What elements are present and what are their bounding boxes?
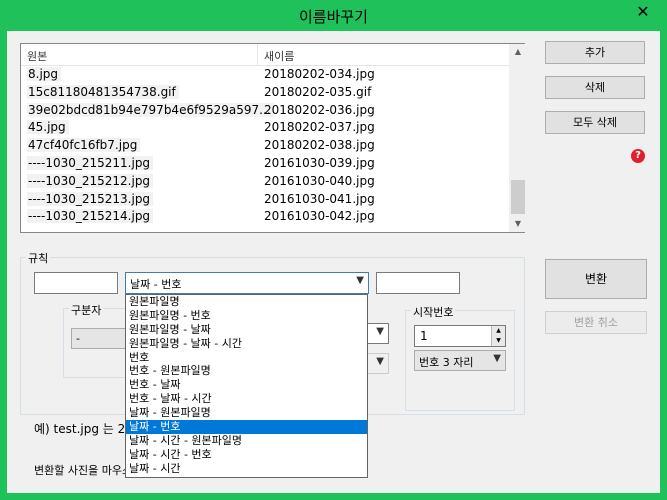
list-item[interactable]: ----1030_215214.jpg 20161030-042.jpg <box>21 208 510 226</box>
list-scrollbar[interactable]: ▲ ▼ <box>509 44 525 232</box>
dropdown-option[interactable]: 날짜 - 시간 - 번호 <box>126 448 367 462</box>
dropdown-option[interactable]: 원본파일명 <box>126 295 367 309</box>
dropdown-option[interactable]: 번호 - 날짜 <box>126 378 367 392</box>
original-filename: 45.jpg <box>27 120 69 135</box>
example-text: 예) test.jpg 는 20 <box>34 422 133 436</box>
dropdown-option[interactable]: 번호 - 날짜 - 시간 <box>126 392 367 406</box>
prefix-input[interactable] <box>34 272 118 294</box>
list-item[interactable]: 45.jpg 20180202-037.jpg <box>21 119 510 137</box>
dropdown-option[interactable]: 원본파일명 - 번호 <box>126 309 367 323</box>
original-filename: ----1030_215214.jpg <box>27 209 154 224</box>
original-filename: 47cf40fc16fb7.jpg <box>27 138 141 153</box>
separator-select-value: - <box>76 332 80 345</box>
pattern-dropdown-list[interactable]: 원본파일명 원본파일명 - 번호 원본파일명 - 날짜 원본파일명 - 날짜 -… <box>125 294 368 478</box>
convert-button[interactable]: 변환 <box>545 259 647 299</box>
digits-select[interactable]: 번호 3 자리 ▼ <box>414 350 506 371</box>
chevron-down-icon: ▼ <box>493 353 501 364</box>
new-filename: 20180202-037.jpg <box>264 120 375 135</box>
column-header-new-name[interactable]: 새이름 <box>264 48 294 64</box>
new-filename: 20180202-038.jpg <box>264 138 375 153</box>
start-number-label: 시작번호 <box>411 304 456 320</box>
dropdown-option[interactable]: 원본파일명 - 날짜 <box>126 323 367 337</box>
pattern-select[interactable]: 날짜 - 번호 ▼ <box>125 272 369 294</box>
close-button[interactable]: ✕ <box>630 4 656 22</box>
dropdown-option[interactable]: 날짜 - 원본파일명 <box>126 406 367 420</box>
scroll-down-icon[interactable]: ▼ <box>510 216 526 232</box>
hint-text: 변환할 사진을 마우스 <box>34 464 133 477</box>
original-filename: ----1030_215212.jpg <box>27 173 154 188</box>
start-number-value: 1 <box>420 329 428 343</box>
separator-select[interactable]: - <box>71 328 127 349</box>
list-rows: 8.jpg 20180202-034.jpg 15c81180481354738.… <box>21 66 510 226</box>
dropdown-option[interactable]: 번호 - 원본파일명 <box>126 364 367 378</box>
list-item[interactable]: ----1030_215213.jpg 20161030-041.jpg <box>21 191 510 209</box>
separator-label: 구분자 <box>69 302 104 318</box>
add-button[interactable]: 추가 <box>545 41 645 64</box>
dropdown-option[interactable]: 날짜 - 시간 <box>126 462 367 476</box>
new-filename: 20161030-041.jpg <box>264 191 375 206</box>
cancel-convert-button: 변환 취소 <box>545 311 647 334</box>
list-item[interactable]: ----1030_215212.jpg 20161030-040.jpg <box>21 173 510 191</box>
new-filename: 20161030-042.jpg <box>264 209 375 224</box>
file-list[interactable]: 원본 새이름 8.jpg 20180202-034.jpg 15c81180481… <box>20 43 525 233</box>
list-item[interactable]: 15c81180481354738.gif 20180202-035.gif <box>21 84 510 102</box>
new-filename: 20180202-035.gif <box>264 84 372 99</box>
original-filename: 39e02bdcd81b94e797b4e6f9529a597... <box>27 102 274 117</box>
dropdown-option[interactable]: 번호 <box>126 351 367 365</box>
original-filename: ----1030_215213.jpg <box>27 191 154 206</box>
list-item[interactable]: 39e02bdcd81b94e797b4e6f9529a597... 201802… <box>21 102 510 120</box>
list-item[interactable]: ----1030_215211.jpg 20161030-039.jpg <box>21 155 510 173</box>
scroll-thumb[interactable] <box>511 180 525 214</box>
list-item[interactable]: 8.jpg 20180202-034.jpg <box>21 66 510 84</box>
rename-window: 이름바꾸기 ✕ 원본 새이름 8.jpg 20180202-034.jpg 15c… <box>0 0 667 500</box>
original-filename: 15c81180481354738.gif <box>27 84 179 99</box>
spin-down-icon[interactable]: ▼ <box>491 336 505 346</box>
digits-select-value: 번호 3 자리 <box>419 356 474 369</box>
original-filename: 8.jpg <box>27 67 62 81</box>
spin-up-icon[interactable]: ▲ <box>491 326 505 336</box>
delete-button[interactable]: 삭제 <box>545 76 645 99</box>
window-title: 이름바꾸기 <box>298 8 368 26</box>
dropdown-option-selected[interactable]: 날짜 - 번호 <box>126 420 367 434</box>
dropdown-option[interactable]: 날짜 - 시간 - 원본파일명 <box>126 434 367 448</box>
pattern-select-value: 날짜 - 번호 <box>130 278 182 291</box>
new-filename: 20180202-036.jpg <box>264 102 375 117</box>
new-filename: 20180202-034.jpg <box>264 67 375 81</box>
chevron-down-icon: ▼ <box>356 275 364 286</box>
title-bar[interactable]: 이름바꾸기 ✕ <box>0 0 667 30</box>
rules-group-label: 규칙 <box>26 250 51 266</box>
dropdown-option[interactable]: 원본파일명 - 날짜 - 시간 <box>126 337 367 351</box>
chevron-down-icon: ▼ <box>376 326 384 337</box>
help-icon[interactable]: ? <box>631 149 645 163</box>
list-header: 원본 새이름 <box>21 44 510 66</box>
list-item[interactable]: 47cf40fc16fb7.jpg 20180202-038.jpg <box>21 137 510 155</box>
suffix-input[interactable] <box>376 272 460 294</box>
original-filename: ----1030_215211.jpg <box>27 155 154 170</box>
scroll-up-icon[interactable]: ▲ <box>510 44 526 60</box>
chevron-down-icon: ▼ <box>376 356 384 367</box>
start-number-stepper[interactable]: 1 ▲ ▼ <box>414 325 506 347</box>
column-separator[interactable] <box>257 44 258 66</box>
column-header-original[interactable]: 원본 <box>27 48 47 64</box>
new-filename: 20161030-040.jpg <box>264 173 375 188</box>
delete-all-button[interactable]: 모두 삭제 <box>545 111 645 134</box>
new-filename: 20161030-039.jpg <box>264 155 375 170</box>
